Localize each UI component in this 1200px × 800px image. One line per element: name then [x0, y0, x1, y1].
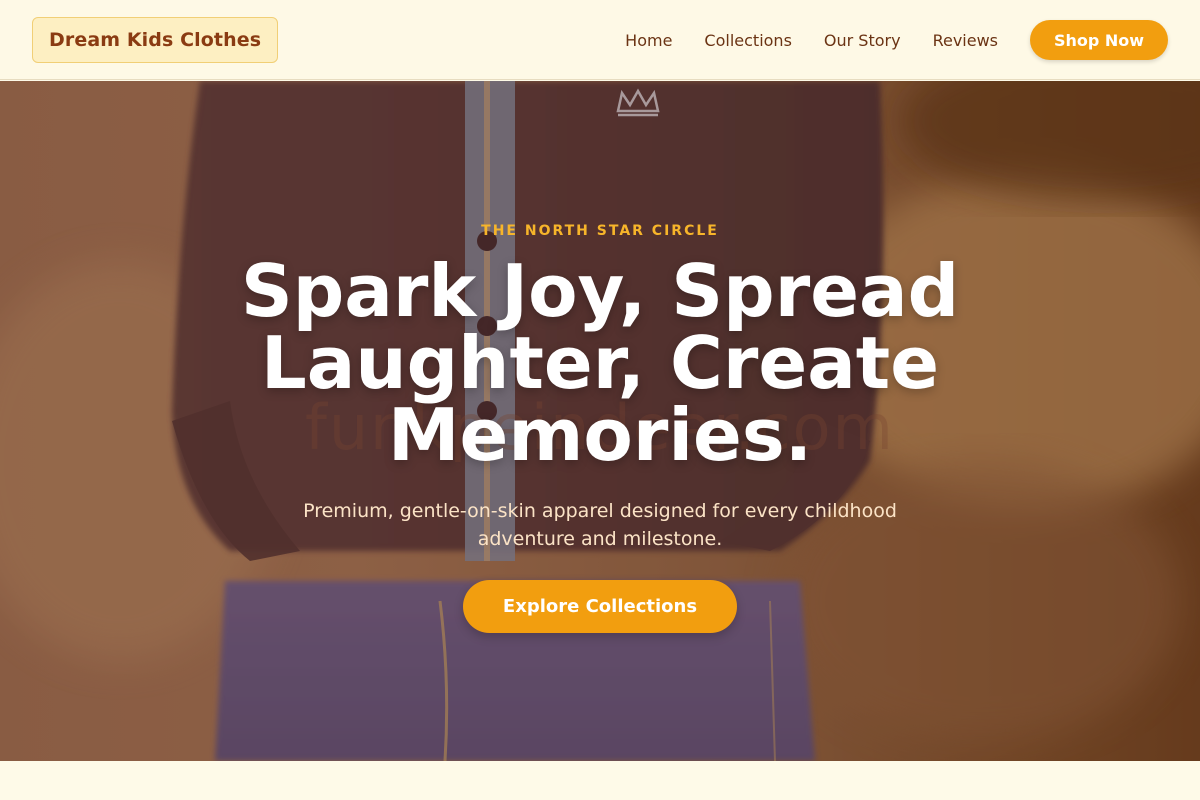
next-section-top	[0, 761, 1200, 800]
nav-link-reviews[interactable]: Reviews	[933, 31, 998, 50]
nav-link-collections[interactable]: Collections	[704, 31, 791, 50]
explore-collections-button[interactable]: Explore Collections	[463, 580, 737, 633]
nav-link-home[interactable]: Home	[625, 31, 672, 50]
site-header: Dream Kids Clothes Home Collections Our …	[0, 0, 1200, 80]
hero-eyebrow: THE NORTH STAR CIRCLE	[481, 223, 719, 239]
hero-headline: Spark Joy, Spread Laughter, Create Memor…	[240, 249, 960, 477]
hero-content: THE NORTH STAR CIRCLE Spark Joy, Spread …	[0, 81, 1200, 761]
hero-subtext: Premium, gentle-on-skin apparel designed…	[303, 500, 897, 550]
nav-link-our-story[interactable]: Our Story	[824, 31, 901, 50]
shop-now-button[interactable]: Shop Now	[1030, 20, 1168, 60]
brand-logo[interactable]: Dream Kids Clothes	[32, 17, 279, 63]
hero-section: funkpeindeer.com THE NORTH STAR CIRCLE S…	[0, 81, 1200, 761]
main-nav: Home Collections Our Story Reviews Shop …	[625, 20, 1168, 60]
